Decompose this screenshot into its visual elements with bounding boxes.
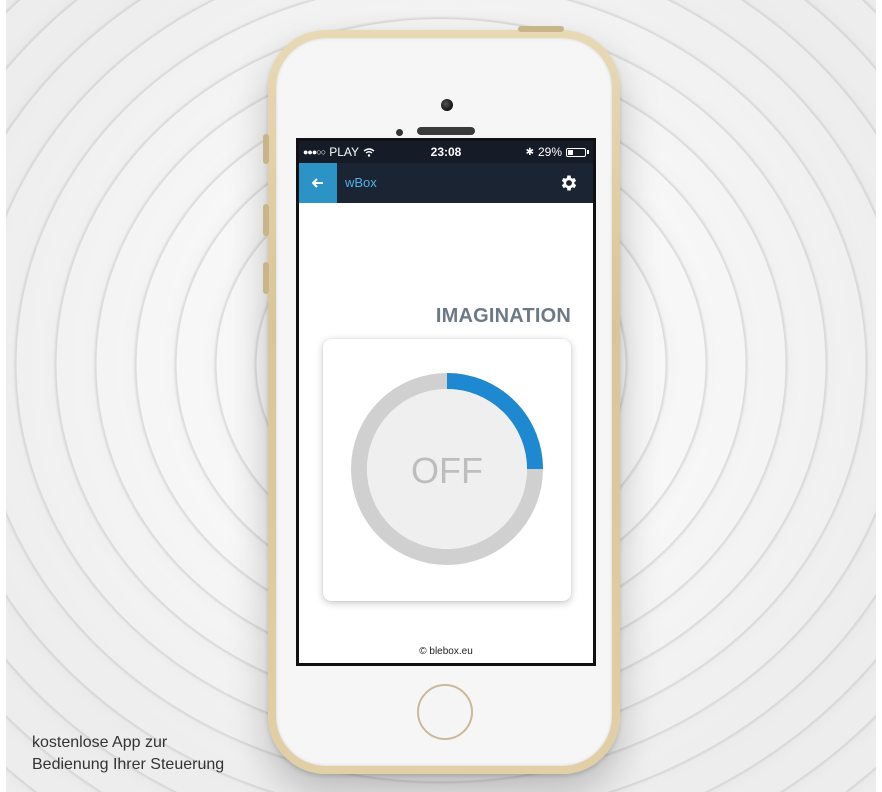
earpiece-speaker [417, 127, 475, 135]
battery-percent: 29% [537, 145, 562, 159]
app-view: ●●●○○ PLAY 23:08 ✱ 29% wBox IMAGINATION … [299, 141, 593, 663]
battery-tip [587, 150, 589, 154]
copyright-footer: © blebox.eu [419, 646, 473, 657]
status-right: ✱ 29% [526, 145, 589, 159]
phone-screen: ●●●○○ PLAY 23:08 ✱ 29% wBox IMAGINATION … [296, 138, 596, 666]
caption: kostenlose App zur Bedienung Ihrer Steue… [32, 732, 224, 776]
power-button [518, 26, 564, 32]
mute-switch [263, 134, 269, 164]
battery-icon [566, 147, 586, 157]
device-name-heading: IMAGINATION [435, 305, 571, 327]
volume-down-button [263, 262, 269, 294]
caption-line-2: Bedienung Ihrer Steuerung [32, 756, 225, 773]
volume-up-button [263, 204, 269, 236]
status-bar: ●●●○○ PLAY 23:08 ✱ 29% [299, 141, 593, 163]
bluetooth-icon: ✱ [525, 146, 534, 158]
proximity-sensor [396, 129, 403, 136]
caption-line-1: kostenlose App zur [32, 734, 168, 751]
front-camera [441, 99, 453, 111]
power-dial[interactable]: OFF [347, 369, 547, 569]
gear-icon[interactable] [559, 173, 579, 193]
app-title: wBox [345, 175, 377, 190]
back-button[interactable] [299, 163, 337, 203]
back-arrow-icon [312, 178, 323, 188]
home-button[interactable] [417, 684, 473, 740]
control-card: OFF [323, 339, 571, 601]
app-bar: wBox [299, 163, 593, 203]
dial-state-label: OFF [411, 450, 483, 491]
